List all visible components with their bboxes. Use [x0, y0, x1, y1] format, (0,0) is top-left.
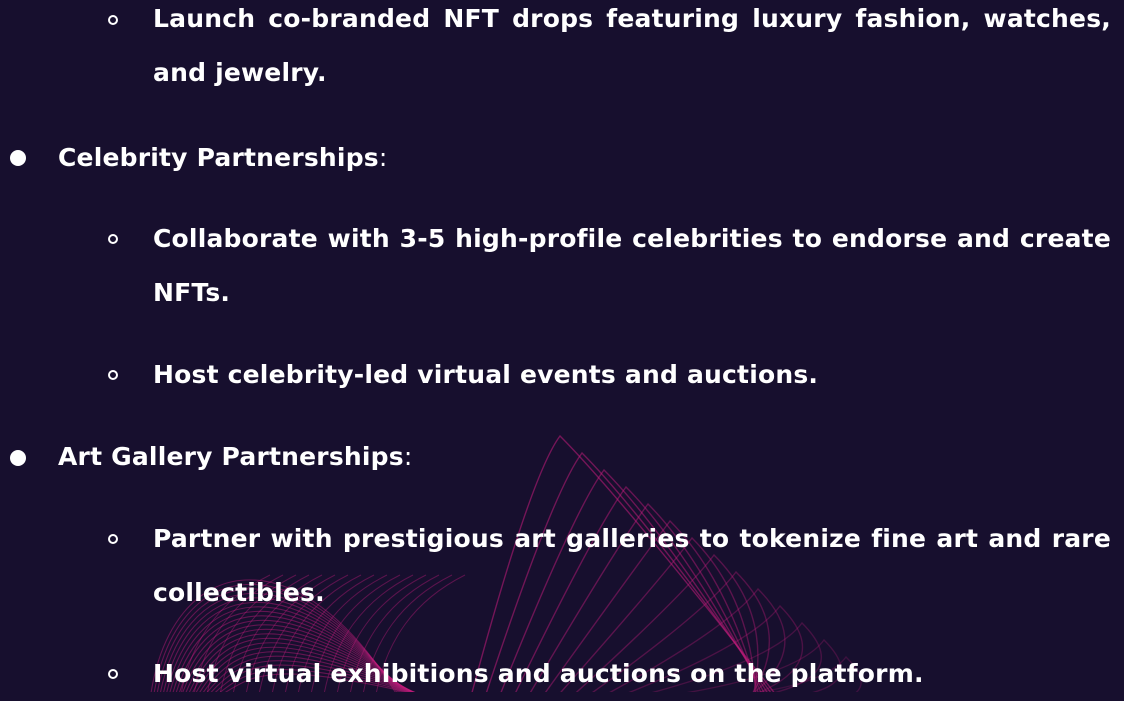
list-item-colon: : — [378, 143, 388, 172]
solid-bullet-icon — [10, 450, 26, 466]
list-item-text: Partner with prestigious art galleries t… — [153, 524, 1111, 607]
list-item-text: Launch co-branded NFT drops featuring lu… — [153, 4, 1111, 87]
list-item-art-gallery-partnerships: Art Gallery Partnerships: — [58, 430, 1098, 484]
list-item-celebrity-events: Host celebrity-led virtual events and au… — [153, 348, 1111, 402]
list-item-text: Collaborate with 3-5 high-profile celebr… — [153, 224, 1111, 307]
list-item-gallery-exhibitions: Host virtual exhibitions and auctions on… — [153, 647, 1111, 701]
list-item-celebrity-collaborate: Collaborate with 3-5 high-profile celebr… — [153, 212, 1111, 320]
list-item-heading: Celebrity Partnerships — [58, 143, 379, 172]
hollow-bullet-icon — [108, 534, 118, 544]
list-item-text: Host celebrity-led virtual events and au… — [153, 360, 819, 389]
hollow-bullet-icon — [108, 370, 118, 380]
hollow-bullet-icon — [108, 15, 118, 25]
solid-bullet-icon — [10, 150, 26, 166]
list-item-celebrity-partnerships: Celebrity Partnerships: — [58, 131, 1098, 185]
hollow-bullet-icon — [108, 669, 118, 679]
list-item-text: Host virtual exhibitions and auctions on… — [153, 659, 924, 688]
hollow-bullet-icon — [108, 234, 118, 244]
bullet-list: Launch co-branded NFT drops featuring lu… — [0, 0, 1124, 692]
list-item-heading: Art Gallery Partnerships — [58, 442, 404, 471]
list-item-gallery-tokenize: Partner with prestigious art galleries t… — [153, 512, 1111, 620]
list-item-colon: : — [403, 442, 413, 471]
list-item-luxury-nft-drops: Launch co-branded NFT drops featuring lu… — [153, 0, 1111, 100]
